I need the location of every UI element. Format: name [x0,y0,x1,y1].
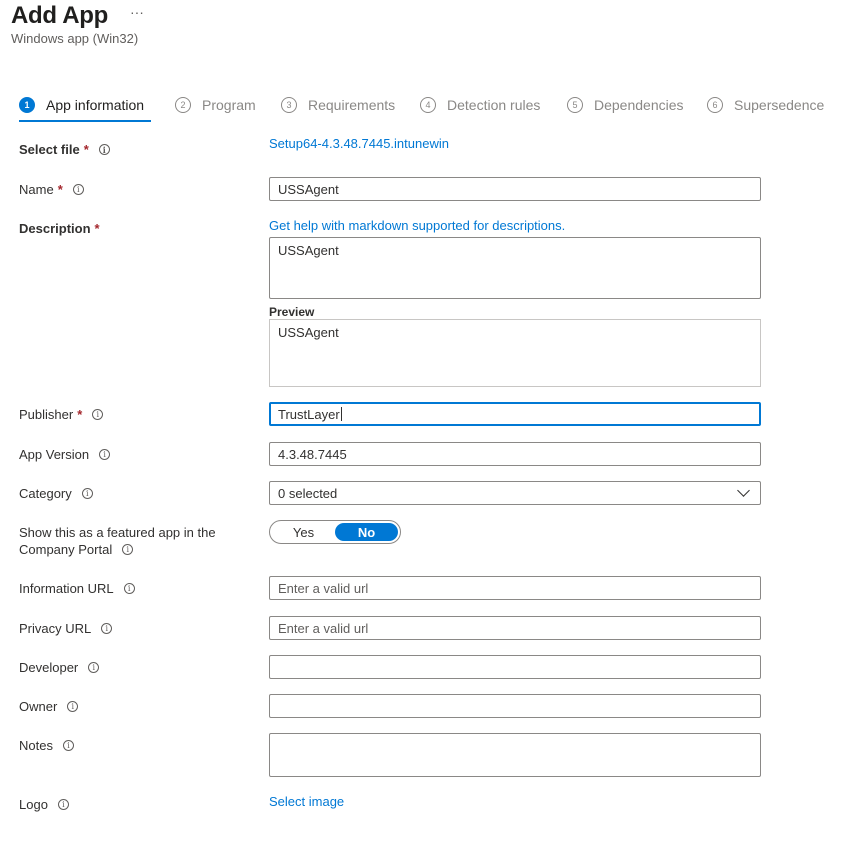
step-program[interactable]: 2 Program [175,95,256,115]
description-preview: USSAgent [269,319,761,387]
owner-label: Owner i [19,698,79,715]
markdown-help-link[interactable]: Get help with markdown supported for des… [269,218,565,233]
privacy-url-label-text: Privacy URL [19,621,92,636]
info-icon[interactable]: i [123,583,135,594]
active-step-indicator [19,120,151,122]
information-url-field[interactable] [269,576,761,600]
notes-label-text: Notes [19,738,53,753]
name-label-text: Name [19,182,54,197]
info-icon[interactable]: i [81,488,93,499]
info-icon[interactable]: i [72,184,84,195]
developer-field[interactable] [269,655,761,679]
privacy-url-input[interactable] [278,620,752,636]
logo-label-text: Logo [19,797,48,812]
featured-label-line1: Show this as a featured app in the [19,525,216,540]
text-cursor [340,407,342,421]
step-requirements[interactable]: 3 Requirements [281,95,395,115]
step-label: Program [202,97,256,113]
description-label-text: Description [19,221,91,236]
info-icon[interactable]: i [92,409,104,420]
required-marker: * [94,221,100,236]
step-number: 4 [420,97,436,113]
owner-field[interactable] [269,694,761,718]
notes-textarea[interactable] [269,733,761,777]
info-icon[interactable]: i [62,740,74,751]
step-label: Detection rules [447,97,541,113]
privacy-url-label: Privacy URL i [19,620,113,637]
step-label: Dependencies [594,97,684,113]
featured-label-line2: Company Portal [19,542,113,557]
publisher-field[interactable]: TrustLayer [269,402,761,426]
developer-label-text: Developer [19,660,79,675]
owner-label-text: Owner [19,699,58,714]
step-label: Requirements [308,97,396,113]
description-label: Description * [19,220,100,237]
info-icon[interactable]: i [99,449,111,460]
required-marker: * [57,182,63,197]
select-file-label: Select file * i [19,141,110,158]
required-marker: * [83,142,89,157]
description-textarea[interactable]: USSAgent [269,237,761,299]
category-label-text: Category [19,486,72,501]
selected-file-link[interactable]: Setup64-4.3.48.7445.intunewin [269,136,449,151]
notes-label: Notes i [19,737,74,754]
featured-app-toggle[interactable]: Yes No [269,520,401,544]
step-dependencies[interactable]: 5 Dependencies [567,95,684,115]
app-version-label: App Version i [19,446,111,463]
page-title: Add App [11,2,108,29]
toggle-yes-option[interactable]: Yes [272,523,335,541]
step-app-information[interactable]: 1 App information [19,95,144,115]
category-label: Category i [19,485,93,502]
required-marker: * [77,407,83,422]
step-label: Supersedence [734,97,825,113]
preview-value: USSAgent [278,325,339,340]
step-supersedence[interactable]: 6 Supersedence [707,95,824,115]
information-url-input[interactable] [278,580,752,596]
name-label: Name * i [19,181,84,198]
info-icon[interactable]: i [101,623,113,634]
developer-label: Developer i [19,659,100,676]
publisher-label-text: Publisher [19,407,74,422]
app-version-label-text: App Version [19,447,90,462]
step-detection-rules[interactable]: 4 Detection rules [420,95,540,115]
publisher-label: Publisher * i [19,406,104,423]
app-version-value: 4.3.48.7445 [278,446,347,462]
preview-label: Preview [269,305,315,319]
info-icon[interactable]: i [57,799,69,810]
step-label: App information [46,97,145,113]
publisher-value: TrustLayer [278,406,340,422]
category-dropdown[interactable]: 0 selected [269,481,761,505]
step-number: 5 [567,97,583,113]
step-number: 6 [707,97,723,113]
info-icon[interactable]: i [98,144,110,155]
category-value: 0 selected [278,485,338,501]
information-url-label-text: Information URL [19,581,114,596]
info-icon[interactable]: i [67,701,79,712]
more-options-icon[interactable]: ··· [130,4,144,20]
select-file-label-text: Select file [19,142,80,157]
title-bar: Add App ··· [11,2,144,30]
logo-label: Logo i [19,796,69,813]
info-icon[interactable]: i [122,544,134,555]
app-version-field[interactable]: 4.3.48.7445 [269,442,761,466]
step-number: 3 [281,97,297,113]
step-number: 1 [19,97,35,113]
step-number: 2 [175,97,191,113]
name-value: USSAgent [278,181,339,197]
featured-app-label: Show this as a featured app in the [19,524,216,541]
privacy-url-field[interactable] [269,616,761,640]
featured-app-label-2: Company Portal i [19,541,134,558]
page-subtitle: Windows app (Win32) [11,31,139,46]
chevron-down-icon [737,483,750,497]
info-icon[interactable]: i [88,662,100,673]
description-value: USSAgent [278,243,339,258]
select-image-link[interactable]: Select image [269,794,344,809]
information-url-label: Information URL i [19,580,135,597]
wizard-steps: 1 App information 2 Program 3 Requiremen… [19,95,834,123]
toggle-no-option[interactable]: No [335,523,398,541]
name-field[interactable]: USSAgent [269,177,761,201]
